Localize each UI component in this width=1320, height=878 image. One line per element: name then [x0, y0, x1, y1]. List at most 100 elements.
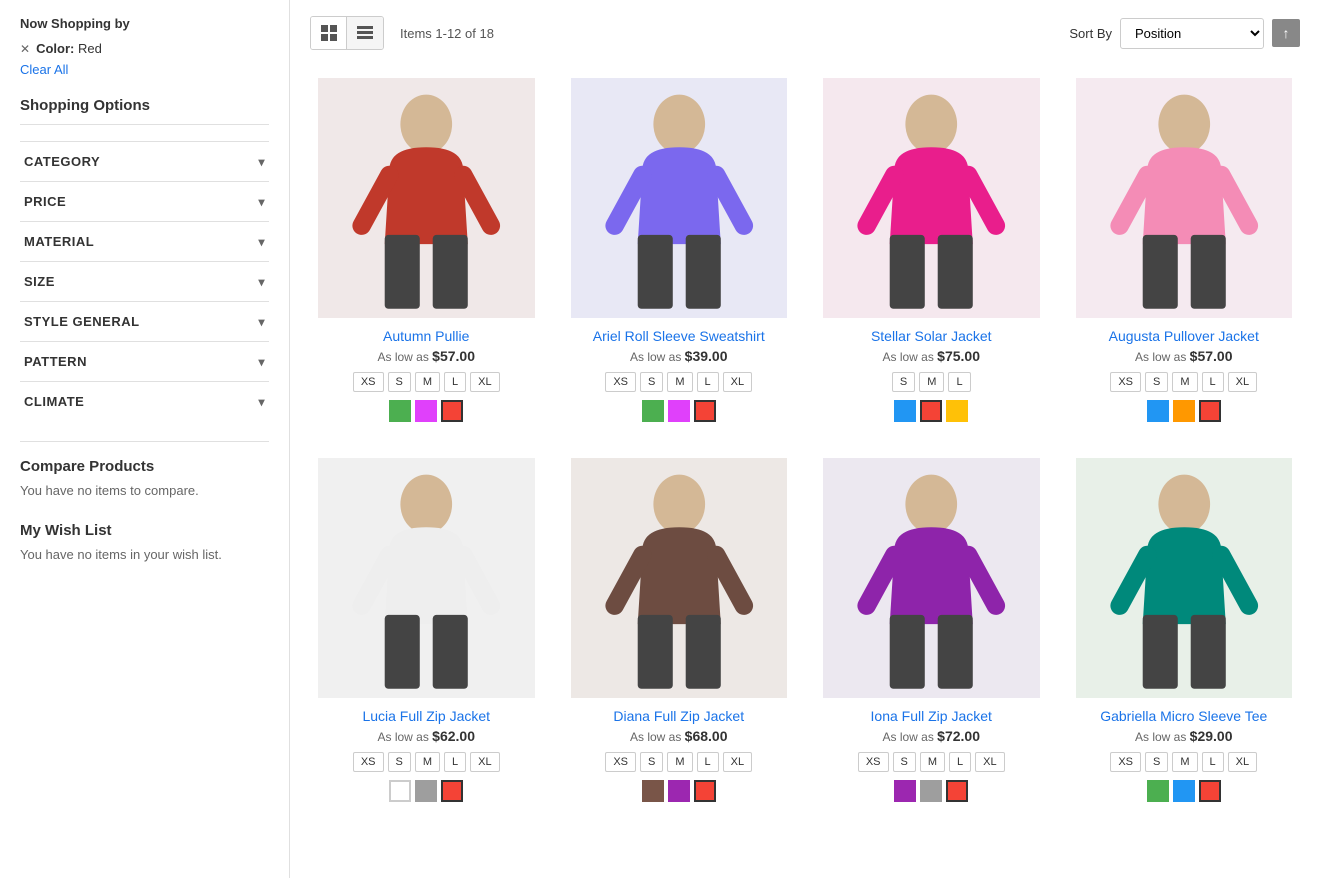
product-name[interactable]: Gabriella Micro Sleeve Tee: [1100, 708, 1267, 724]
grid-view-button[interactable]: [311, 17, 347, 49]
product-name[interactable]: Iona Full Zip Jacket: [871, 708, 992, 724]
color-swatch[interactable]: [389, 780, 411, 802]
color-swatch[interactable]: [1199, 400, 1221, 422]
product-price: $57.00: [432, 348, 475, 364]
product-price-label: As low as: [882, 730, 937, 744]
color-swatch[interactable]: [1199, 780, 1221, 802]
size-button[interactable]: S: [640, 372, 663, 392]
size-button[interactable]: XS: [605, 372, 636, 392]
product-card: Diana Full Zip JacketAs low as $68.00XSS…: [563, 450, 796, 810]
size-button[interactable]: M: [1172, 372, 1197, 392]
color-swatch[interactable]: [694, 400, 716, 422]
size-button[interactable]: XL: [975, 752, 1004, 772]
size-button[interactable]: M: [415, 372, 440, 392]
product-name[interactable]: Stellar Solar Jacket: [871, 328, 992, 344]
size-button[interactable]: XL: [470, 372, 499, 392]
wishlist-empty-text: You have no items in your wish list.: [20, 547, 269, 562]
size-button[interactable]: M: [667, 752, 692, 772]
size-button[interactable]: L: [697, 372, 719, 392]
product-image-svg: [823, 78, 1040, 318]
color-swatch[interactable]: [1147, 400, 1169, 422]
size-button[interactable]: S: [892, 372, 915, 392]
size-button[interactable]: S: [893, 752, 916, 772]
wishlist-section: My Wish List You have no items in your w…: [20, 522, 269, 562]
product-price-label: As low as: [882, 350, 937, 364]
product-name[interactable]: Autumn Pullie: [383, 328, 469, 344]
color-swatch[interactable]: [1173, 400, 1195, 422]
size-button[interactable]: S: [1145, 372, 1168, 392]
size-button[interactable]: S: [640, 752, 663, 772]
sort-direction-button[interactable]: ↑: [1272, 19, 1300, 47]
size-button[interactable]: S: [388, 752, 411, 772]
product-name[interactable]: Lucia Full Zip Jacket: [362, 708, 490, 724]
clear-all-link[interactable]: Clear All: [20, 62, 269, 77]
size-button[interactable]: L: [444, 752, 466, 772]
color-swatch[interactable]: [668, 780, 690, 802]
compare-empty-text: You have no items to compare.: [20, 483, 269, 498]
size-button[interactable]: XS: [353, 752, 384, 772]
color-swatch[interactable]: [946, 780, 968, 802]
size-button[interactable]: L: [1202, 752, 1224, 772]
product-name[interactable]: Augusta Pullover Jacket: [1109, 328, 1259, 344]
size-button[interactable]: XS: [353, 372, 384, 392]
size-button[interactable]: XS: [1110, 372, 1141, 392]
size-button[interactable]: XS: [858, 752, 889, 772]
size-button[interactable]: XS: [605, 752, 636, 772]
color-swatch[interactable]: [642, 780, 664, 802]
color-options: [1147, 400, 1221, 422]
size-button[interactable]: XL: [470, 752, 499, 772]
size-button[interactable]: XL: [1228, 372, 1257, 392]
list-view-button[interactable]: [347, 17, 383, 49]
product-image: [571, 458, 788, 698]
filter-header-size[interactable]: SIZE ▾: [20, 262, 269, 301]
active-filter-label: Color: Red: [36, 41, 102, 56]
filter-header-price[interactable]: PRICE ▾: [20, 182, 269, 221]
sort-select[interactable]: Position Product Name Price: [1120, 18, 1264, 49]
color-swatch[interactable]: [415, 400, 437, 422]
size-button[interactable]: XL: [723, 752, 752, 772]
color-swatch[interactable]: [415, 780, 437, 802]
size-button[interactable]: S: [1145, 752, 1168, 772]
size-button[interactable]: XS: [1110, 752, 1141, 772]
color-swatch[interactable]: [920, 780, 942, 802]
size-button[interactable]: L: [444, 372, 466, 392]
size-button[interactable]: L: [948, 372, 970, 392]
color-swatch[interactable]: [946, 400, 968, 422]
remove-filter-icon[interactable]: ✕: [20, 42, 30, 56]
filter-header-category[interactable]: CATEGORY ▾: [20, 142, 269, 181]
size-button[interactable]: L: [697, 752, 719, 772]
product-price-label: As low as: [1135, 730, 1190, 744]
size-button[interactable]: M: [1172, 752, 1197, 772]
size-button[interactable]: L: [1202, 372, 1224, 392]
color-swatch[interactable]: [920, 400, 942, 422]
size-button[interactable]: M: [667, 372, 692, 392]
color-swatch[interactable]: [894, 780, 916, 802]
color-swatch[interactable]: [441, 780, 463, 802]
size-button[interactable]: M: [919, 372, 944, 392]
color-swatch[interactable]: [694, 780, 716, 802]
color-options: [642, 780, 716, 802]
filter-header-material[interactable]: MATERIAL ▾: [20, 222, 269, 261]
product-name[interactable]: Diana Full Zip Jacket: [613, 708, 744, 724]
size-button[interactable]: XL: [723, 372, 752, 392]
color-swatch[interactable]: [642, 400, 664, 422]
color-swatch[interactable]: [668, 400, 690, 422]
color-swatch[interactable]: [389, 400, 411, 422]
size-button[interactable]: L: [949, 752, 971, 772]
product-price-row: As low as $72.00: [882, 728, 980, 744]
filter-header-pattern[interactable]: PATTERN ▾: [20, 342, 269, 381]
size-button[interactable]: XL: [1228, 752, 1257, 772]
filter-header-climate[interactable]: CLIMATE ▾: [20, 382, 269, 421]
color-swatch[interactable]: [1147, 780, 1169, 802]
size-options: SML: [892, 372, 971, 392]
color-swatch[interactable]: [894, 400, 916, 422]
product-card: Augusta Pullover JacketAs low as $57.00X…: [1068, 70, 1301, 430]
product-name[interactable]: Ariel Roll Sleeve Sweatshirt: [593, 328, 765, 344]
size-button[interactable]: M: [415, 752, 440, 772]
size-button[interactable]: M: [920, 752, 945, 772]
filter-header-style-general[interactable]: STYLE GENERAL ▾: [20, 302, 269, 341]
size-button[interactable]: S: [388, 372, 411, 392]
main-content: Items 1-12 of 18 Sort By Position Produc…: [290, 0, 1320, 878]
color-swatch[interactable]: [441, 400, 463, 422]
color-swatch[interactable]: [1173, 780, 1195, 802]
